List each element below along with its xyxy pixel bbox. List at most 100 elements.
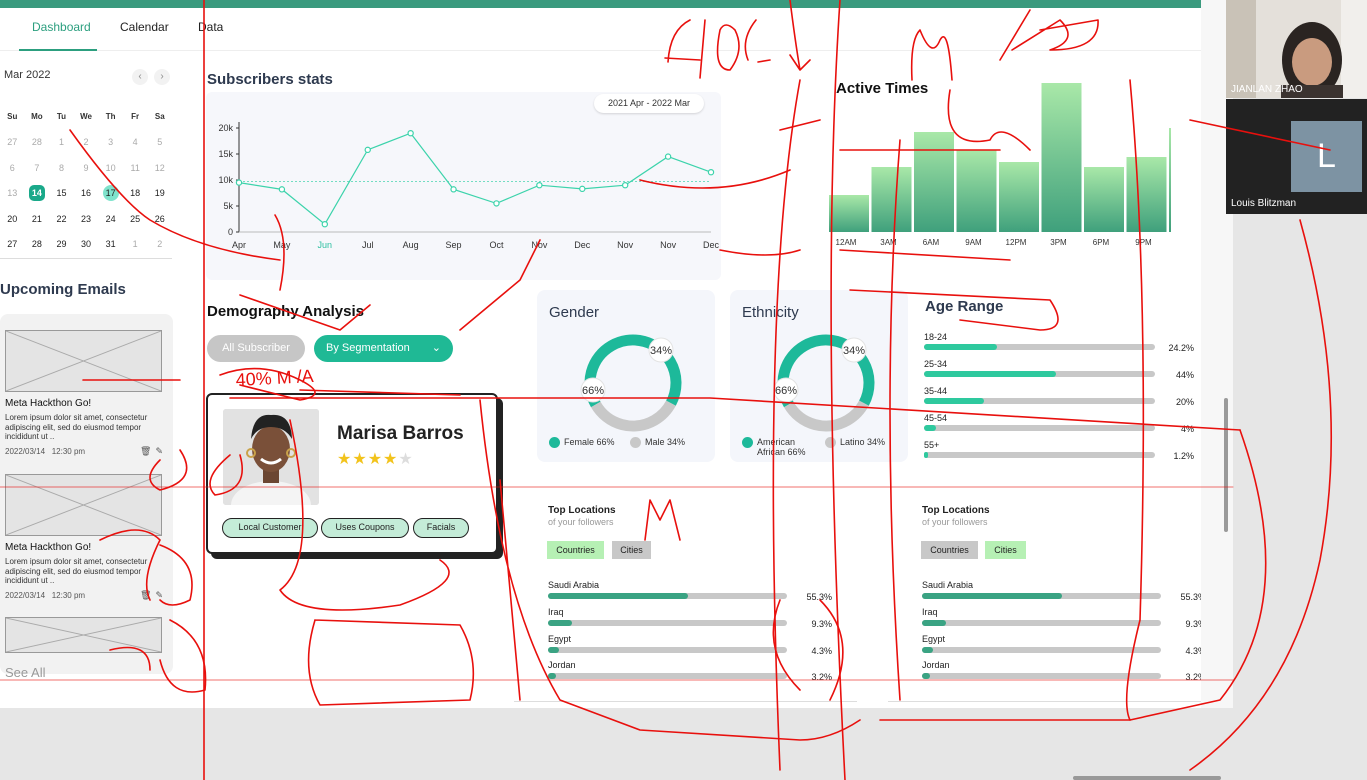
age-range-label: 45-54 [924, 413, 948, 423]
date-range-picker[interactable]: 2021 Apr - 2022 Mar [594, 94, 704, 113]
calendar-day[interactable]: 27 [0, 239, 25, 249]
data-point [579, 185, 586, 193]
data-point [321, 220, 329, 228]
x-tick-label: Nov [660, 240, 677, 250]
calendar-day[interactable]: 10 [98, 163, 123, 173]
horizontal-scrollbar-thumb[interactable] [1073, 776, 1221, 780]
calendar-day[interactable]: 1 [123, 239, 148, 249]
scrollbar-thumb[interactable] [1224, 398, 1228, 532]
by-segmentation-label: By Segmentation [326, 342, 410, 354]
data-point [364, 146, 371, 154]
calendar-day[interactable]: 25 [123, 214, 148, 224]
age-range-label: 35-44 [924, 386, 948, 396]
calendar-day[interactable]: 3 [98, 137, 123, 147]
x-tick-label: May [273, 240, 291, 250]
y-tick-label: 10k [218, 175, 233, 185]
calendar-day[interactable]: 19 [147, 188, 172, 198]
age-range-track [924, 452, 1155, 458]
activity-bar [914, 132, 954, 232]
calendar-day[interactable]: 8 [49, 163, 74, 173]
trash-icon[interactable]: 🗑 [140, 446, 151, 457]
calendar-day[interactable]: 26 [147, 214, 172, 224]
age-range-label: 25-34 [924, 359, 948, 369]
calendar-week-row: 13 14 15 16 17 18 19 [0, 181, 172, 207]
calendar-day[interactable]: 17 [98, 185, 123, 202]
tag-local-customer[interactable]: Local Customer [222, 518, 318, 538]
chip-cities[interactable]: Cities [612, 541, 651, 559]
calendar-day[interactable]: 7 [25, 163, 50, 173]
calendar-day[interactable]: 28 [25, 239, 50, 249]
tag-facials[interactable]: Facials [413, 518, 469, 538]
age-range-title: Age Range [925, 298, 1004, 315]
calendar-day[interactable]: 30 [74, 239, 99, 249]
edit-icon[interactable]: ✎ [155, 590, 163, 601]
main-tabs: Dashboard Calendar Data [0, 8, 1201, 51]
trash-icon[interactable]: 🗑 [140, 590, 151, 601]
calendar-day[interactable]: 4 [123, 137, 148, 147]
legend-dot [549, 437, 560, 448]
chip-countries[interactable]: Countries [547, 541, 604, 559]
x-tick-label: 3AM [880, 238, 897, 247]
email-card[interactable]: Meta Hackthon Go! Lorem ipsum dolor sit … [5, 330, 163, 457]
ethnicity-card: Ethnicity 34% 66% American African 66% La… [730, 290, 908, 462]
calendar-day[interactable]: 15 [49, 188, 74, 198]
calendar-day[interactable]: 22 [49, 214, 74, 224]
tab-data[interactable]: Data [198, 20, 223, 34]
calendar-day[interactable]: 18 [123, 188, 148, 198]
star-icon: ★ [352, 451, 368, 468]
calendar-day[interactable]: 12 [147, 163, 172, 173]
chip-countries[interactable]: Countries [921, 541, 978, 559]
calendar-day[interactable]: 28 [25, 137, 50, 147]
legend-latino: Latino 34% [825, 437, 885, 448]
chevron-left-icon[interactable]: ‹ [132, 69, 148, 85]
calendar-day[interactable]: 11 [123, 163, 148, 173]
top-locations-subtitle: of your followers [548, 517, 614, 527]
location-percent: 4.3% [1185, 646, 1206, 656]
calendar-day[interactable]: 1 [49, 137, 74, 147]
location-fill [548, 620, 572, 626]
calendar-day[interactable]: 24 [98, 214, 123, 224]
emails-panel: Meta Hackthon Go! Lorem ipsum dolor sit … [0, 314, 173, 674]
age-range-percent: 1.2% [1173, 451, 1194, 461]
calendar-day[interactable]: 2 [147, 239, 172, 249]
subscribers-chart-card: 0 5k 10k 15k 20k Apr May Jun Jul Aug Sep Oct Nov Dec N… [206, 92, 721, 280]
calendar-day[interactable]: 2 [74, 137, 99, 147]
calendar-day[interactable]: 6 [0, 163, 25, 173]
calendar-day[interactable]: 14 [25, 185, 50, 202]
legend-dot [825, 437, 836, 448]
calendar-day[interactable]: 31 [98, 239, 123, 249]
calendar-day[interactable]: 20 [0, 214, 25, 224]
chevron-right-icon[interactable]: › [154, 69, 170, 85]
all-subscriber-button[interactable]: All Subscriber [207, 335, 305, 362]
weekday-label: Sa [154, 112, 165, 122]
x-tick-label: Sep [446, 240, 462, 250]
age-range-fill [924, 344, 997, 350]
by-segmentation-dropdown[interactable]: By Segmentation ⌄ [314, 335, 453, 362]
profile-card[interactable]: Marisa Barros ★★★★★ Local Customer Uses … [206, 393, 498, 554]
age-range-percent: 20% [1175, 397, 1194, 407]
calendar-day[interactable]: 13 [0, 188, 25, 198]
calendar-day[interactable]: 23 [74, 214, 99, 224]
calendar-day[interactable]: 5 [147, 137, 172, 147]
location-name: Jordan [922, 660, 950, 670]
calendar-day[interactable]: 29 [49, 239, 74, 249]
calendar-day[interactable]: 27 [0, 137, 25, 147]
chip-cities[interactable]: Cities [985, 541, 1026, 559]
tag-uses-coupons[interactable]: Uses Coupons [321, 518, 409, 538]
participant-video-tile[interactable]: JIANLAN ZHAO [1226, 0, 1367, 98]
edit-icon[interactable]: ✎ [155, 446, 163, 457]
calendar-day[interactable]: 21 [25, 214, 50, 224]
donut-label: 34% [843, 345, 865, 357]
ethnicity-donut-chart: 34% 66% [773, 334, 875, 432]
active-times-bar-chart: 12AM 3AM 6AM 9AM 12PM 3PM 6PM 9PM [829, 83, 1171, 247]
tab-calendar[interactable]: Calendar [120, 20, 169, 34]
email-card[interactable]: Meta Hackthon Go! Lorem ipsum dolor sit … [5, 474, 163, 601]
calendar-day[interactable]: 16 [74, 188, 99, 198]
see-all-link[interactable]: See All [5, 665, 45, 680]
calendar-day[interactable]: 9 [74, 163, 99, 173]
activity-bar [999, 162, 1039, 232]
email-card[interactable] [5, 617, 163, 653]
data-point [278, 186, 286, 193]
tab-dashboard[interactable]: Dashboard [32, 20, 91, 34]
location-percent: 9.3% [811, 619, 832, 629]
